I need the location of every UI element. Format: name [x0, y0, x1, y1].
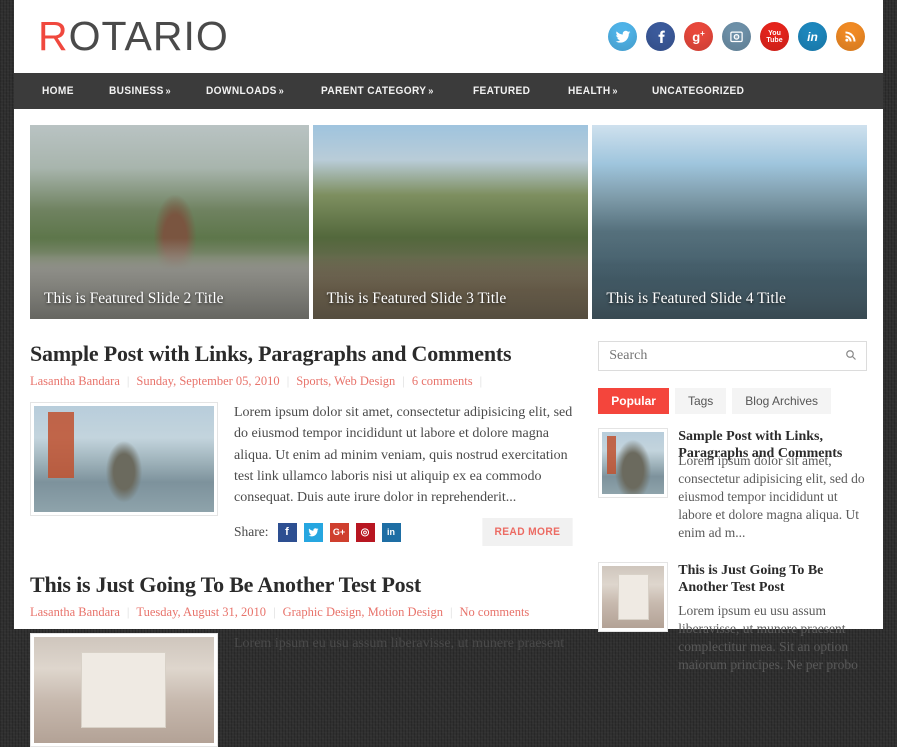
linkedin-icon[interactable]: in — [798, 22, 827, 51]
sidebar-thumbnail[interactable] — [598, 561, 669, 632]
featured-slide[interactable]: This is Featured Slide 2 Title — [30, 125, 309, 319]
slide-overlay — [30, 257, 309, 319]
post-article: This is Just Going To Be Another Test Po… — [30, 572, 576, 747]
share-label: Share: — [234, 524, 269, 540]
nav-label: HEALTH — [567, 85, 611, 97]
featured-slide[interactable]: This is Featured Slide 3 Title — [312, 125, 589, 319]
post-meta: Lasantha Bandara | Tuesday, August 31, 201… — [30, 605, 576, 620]
thumbnail-image-man-golden-gate — [34, 406, 214, 512]
search-icon[interactable] — [845, 349, 857, 364]
post-meta: Lasantha Bandara | Sunday, September 05, 2… — [30, 374, 576, 389]
meta-separator: | — [286, 374, 290, 388]
featured-slider: This is Featured Slide 2 Title This is F… — [30, 125, 867, 319]
meta-separator: | — [126, 605, 130, 620]
meta-separator: | — [479, 374, 483, 388]
nav-item-health[interactable]: HEALTH» — [568, 85, 618, 97]
slide-overlay — [312, 257, 589, 319]
sidebar-thumbnail[interactable] — [598, 428, 669, 498]
post-author[interactable]: Lasantha Bandara — [30, 374, 120, 388]
instagram-icon[interactable] — [722, 22, 751, 51]
thumbnail-image-kinfolk-magazine — [602, 565, 665, 628]
sidebar: Popular Tags Blog Archives Sample Post w… — [598, 341, 867, 747]
nav-item-featured[interactable]: FEATURED — [473, 85, 532, 97]
nav-label: BUSINESS — [108, 85, 164, 97]
nav-label: UNCATEGORIZED — [651, 85, 745, 97]
nav-label: PARENT CATEGORY — [320, 85, 427, 97]
post-comments[interactable]: No comments — [460, 605, 530, 619]
meta-separator: | — [126, 374, 130, 388]
post-date[interactable]: Sunday, September 05, 2010 — [136, 374, 279, 388]
share-glyph: f — [285, 526, 289, 539]
post-title[interactable]: This is Just Going To Be Another Test Po… — [30, 572, 576, 598]
googleplus-icon[interactable]: g+ — [684, 22, 713, 51]
nav-item-downloads[interactable]: DOWNLOADS» — [206, 85, 284, 97]
featured-slide[interactable]: This is Featured Slide 4 Title — [592, 125, 867, 319]
post-excerpt: Lorem ipsum dolor sit amet, consectetur … — [234, 405, 573, 506]
thumbnail-image-man-golden-gate — [602, 432, 665, 494]
post-thumbnail[interactable] — [30, 402, 218, 516]
nav-item-parent-category[interactable]: PARENT CATEGORY» — [321, 85, 434, 97]
main-column: Sample Post with Links, Paragraphs and C… — [30, 341, 576, 747]
facebook-icon[interactable] — [646, 22, 675, 51]
rss-icon[interactable] — [836, 22, 865, 51]
content-area: Sample Post with Links, Paragraphs and C… — [30, 319, 867, 747]
twitter-icon[interactable] — [608, 22, 637, 51]
nav-label: DOWNLOADS — [206, 85, 277, 97]
chevron-right-icon: » — [278, 86, 285, 97]
chevron-right-icon: » — [612, 86, 618, 97]
tab-blog-archives[interactable]: Blog Archives — [732, 388, 831, 414]
post-thumbnail[interactable] — [30, 633, 218, 747]
youtube-icon[interactable]: You Tube — [760, 22, 789, 51]
nav-label: HOME — [42, 85, 74, 97]
googleplus-share-icon[interactable]: G+ — [329, 522, 349, 542]
tab-tags[interactable]: Tags — [674, 388, 727, 414]
nav-item-home[interactable]: HOME — [42, 85, 76, 97]
nav-label: FEATURED — [473, 85, 531, 97]
meta-separator: | — [273, 605, 276, 620]
pinterest-share-icon[interactable]: ◎ — [355, 522, 375, 542]
linkedin-share-icon[interactable]: in — [381, 522, 401, 542]
post-date[interactable]: Tuesday, August 31, 2010 — [136, 605, 266, 619]
post-article: Sample Post with Links, Paragraphs and C… — [30, 341, 576, 547]
meta-separator: | — [402, 374, 405, 388]
post-excerpt: Lorem ipsum eu usu assum liberavisse, ut… — [234, 636, 565, 652]
chevron-right-icon: » — [428, 86, 434, 97]
post-body: Lorem ipsum dolor sit amet, consectetur … — [30, 402, 576, 547]
post-body: Lorem ipsum eu usu assum liberavisse, ut… — [30, 633, 576, 747]
site-logo[interactable]: ROTARIO — [38, 16, 229, 57]
post-categories[interactable]: Graphic Design, Motion Design — [283, 605, 443, 619]
share-row: Share: f G+ ◎ in Read More — [234, 518, 576, 547]
nav-item-uncategorized[interactable]: UNCATEGORIZED — [652, 85, 746, 97]
nav-item-business[interactable]: BUSINESS» — [109, 85, 171, 97]
page-container: ROTARIO g+ You Tube in HOME BUSINESS » D… — [14, 0, 883, 747]
share-glyph: in — [387, 527, 395, 538]
slide-caption: This is Featured Slide 2 Title — [44, 290, 224, 307]
meta-separator: | — [449, 605, 453, 620]
post-title[interactable]: Sample Post with Links, Paragraphs and C… — [30, 341, 576, 367]
post-categories[interactable]: Sports, Web Design — [296, 374, 395, 388]
post-author[interactable]: Lasantha Bandara — [30, 605, 120, 619]
twitter-share-icon[interactable] — [303, 522, 323, 542]
share-glyph: G+ — [332, 527, 346, 538]
logo-accent-letter: R — [38, 13, 69, 59]
site-header: ROTARIO g+ You Tube in — [14, 0, 883, 73]
slide-caption: This is Featured Slide 4 Title — [606, 290, 786, 307]
slide-caption: This is Featured Slide 3 Title — [326, 290, 507, 307]
chevron-right-icon: » — [165, 86, 171, 97]
sidebar-tabs: Popular Tags Blog Archives — [598, 388, 867, 414]
thumbnail-image-kinfolk-magazine — [34, 637, 214, 744]
sidebar-post-title[interactable]: This is Just Going To Be Another Test Po… — [678, 562, 867, 596]
main-navigation: HOME BUSINESS» DOWNLOADS» PARENT CATEGOR… — [14, 73, 883, 109]
tab-popular[interactable]: Popular — [598, 388, 669, 414]
social-links: g+ You Tube in — [608, 22, 865, 51]
read-more-button[interactable]: Read More — [482, 518, 573, 547]
content-shell: This is Featured Slide 2 Title This is F… — [14, 109, 883, 747]
logo-rest: OTARIO — [68, 13, 229, 59]
search-box[interactable] — [598, 341, 867, 371]
search-input[interactable] — [609, 348, 838, 364]
post-comments[interactable]: 6 comments — [412, 374, 473, 388]
slide-overlay — [592, 257, 867, 319]
facebook-share-icon[interactable]: f — [277, 522, 297, 542]
